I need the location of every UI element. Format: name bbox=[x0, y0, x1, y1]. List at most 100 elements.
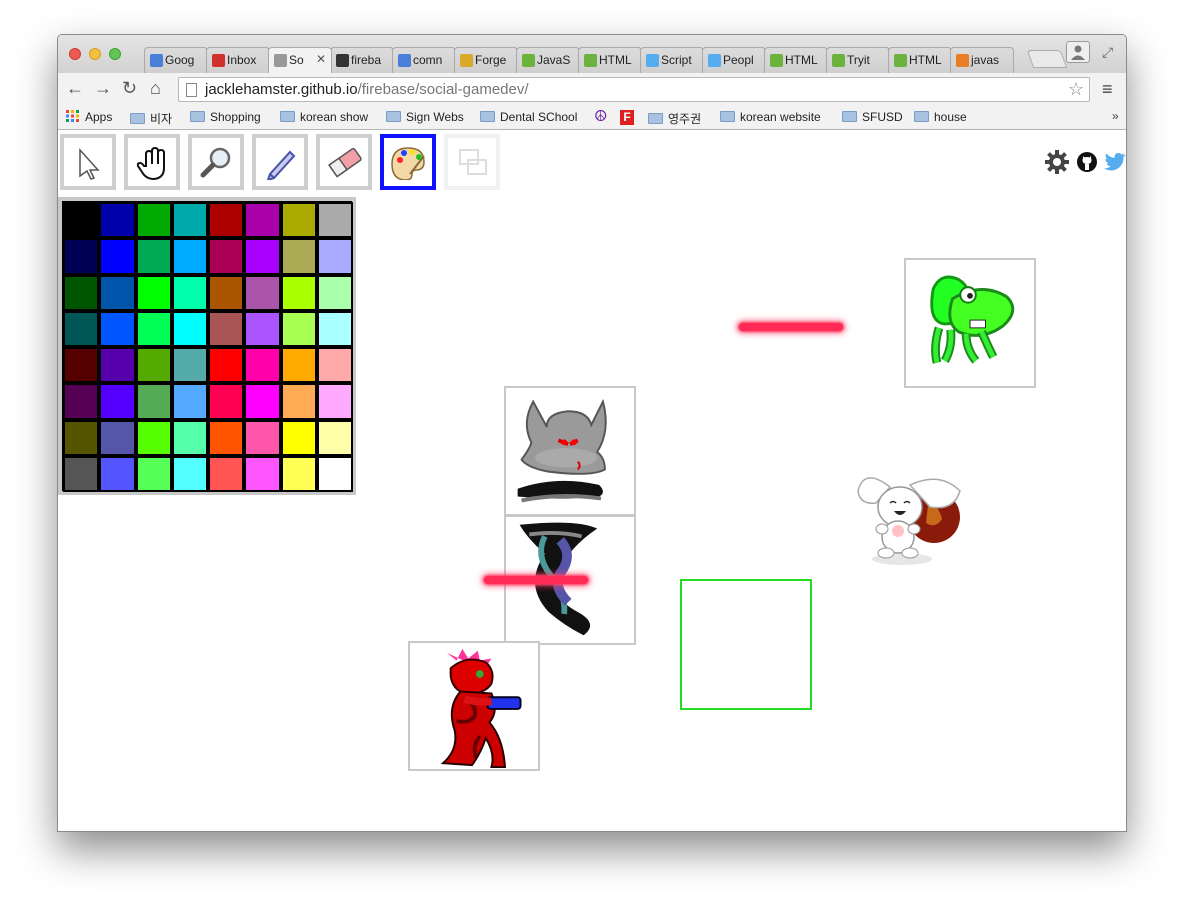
tab-7[interactable]: JavaS bbox=[516, 47, 580, 73]
color-swatch[interactable] bbox=[280, 310, 317, 347]
color-swatch[interactable] bbox=[244, 274, 281, 311]
color-swatch[interactable] bbox=[63, 274, 100, 311]
bookmark-folder[interactable]: korean show bbox=[280, 110, 368, 124]
twitter-icon[interactable] bbox=[1104, 151, 1126, 173]
color-swatch[interactable] bbox=[208, 383, 245, 420]
color-swatch[interactable] bbox=[316, 274, 353, 311]
color-swatch[interactable] bbox=[99, 310, 136, 347]
color-swatch[interactable] bbox=[171, 347, 208, 384]
tab-3[interactable]: So ✕ bbox=[268, 47, 332, 73]
color-swatch[interactable] bbox=[63, 383, 100, 420]
color-swatch[interactable] bbox=[244, 455, 281, 492]
forward-button[interactable]: → bbox=[94, 78, 112, 99]
github-icon[interactable] bbox=[1076, 151, 1098, 173]
f-icon[interactable]: F bbox=[620, 110, 634, 125]
fullscreen-icon[interactable]: ⤢ bbox=[1102, 44, 1113, 61]
palette-tool-button[interactable] bbox=[380, 134, 436, 190]
color-swatch[interactable] bbox=[316, 310, 353, 347]
back-button[interactable]: ← bbox=[66, 78, 84, 99]
color-swatch[interactable] bbox=[208, 419, 245, 456]
gray-genie-top-sprite[interactable] bbox=[504, 386, 636, 516]
bookmark-folder[interactable]: Dental SChool bbox=[480, 110, 577, 124]
color-swatch[interactable] bbox=[135, 274, 172, 311]
bookmark-folder[interactable]: Sign Webs bbox=[386, 110, 464, 124]
color-swatch[interactable] bbox=[244, 238, 281, 275]
red-fighter-sprite[interactable] bbox=[408, 641, 540, 771]
tab-9[interactable]: Script bbox=[640, 47, 704, 73]
color-swatch[interactable] bbox=[208, 238, 245, 275]
color-swatch[interactable] bbox=[63, 419, 100, 456]
color-swatch[interactable] bbox=[316, 455, 353, 492]
color-swatch[interactable] bbox=[99, 455, 136, 492]
color-swatch[interactable] bbox=[280, 383, 317, 420]
home-button[interactable]: ⌂ bbox=[150, 78, 161, 99]
color-swatch[interactable] bbox=[208, 310, 245, 347]
color-swatch[interactable] bbox=[135, 238, 172, 275]
color-swatch[interactable] bbox=[316, 419, 353, 456]
selection-rectangle[interactable] bbox=[680, 579, 812, 710]
tab-6[interactable]: Forge bbox=[454, 47, 518, 73]
pencil-tool-button[interactable] bbox=[252, 134, 308, 190]
bookmark-apps[interactable]: Apps bbox=[66, 110, 112, 124]
color-swatch[interactable] bbox=[171, 202, 208, 239]
bookmark-folder[interactable]: house bbox=[914, 110, 967, 124]
address-bar[interactable]: jacklehamster.github.io/firebase/social-… bbox=[178, 77, 1090, 102]
color-swatch[interactable] bbox=[135, 455, 172, 492]
color-swatch[interactable] bbox=[208, 455, 245, 492]
color-swatch[interactable] bbox=[99, 383, 136, 420]
color-swatch[interactable] bbox=[135, 383, 172, 420]
color-swatch[interactable] bbox=[135, 347, 172, 384]
bookmark-folder[interactable]: 영주권 bbox=[648, 110, 701, 127]
color-swatch[interactable] bbox=[244, 310, 281, 347]
peace-icon[interactable]: ☮ bbox=[594, 109, 607, 124]
color-swatch[interactable] bbox=[63, 347, 100, 384]
color-swatch[interactable] bbox=[63, 202, 100, 239]
color-swatch[interactable] bbox=[208, 274, 245, 311]
color-swatch[interactable] bbox=[135, 310, 172, 347]
bookmark-folder[interactable]: SFUSD bbox=[842, 110, 903, 124]
tab-14[interactable]: javas bbox=[950, 47, 1014, 73]
zoom-window-button[interactable] bbox=[109, 48, 121, 60]
color-swatch[interactable] bbox=[316, 238, 353, 275]
profile-button[interactable] bbox=[1066, 41, 1090, 63]
bookmark-star-icon[interactable]: ☆ bbox=[1068, 79, 1084, 100]
color-swatch[interactable] bbox=[208, 347, 245, 384]
frog-creature-sprite[interactable] bbox=[904, 258, 1036, 388]
color-swatch[interactable] bbox=[316, 202, 353, 239]
menu-icon[interactable]: ≡ bbox=[1102, 79, 1113, 100]
select-tool-button[interactable] bbox=[60, 134, 116, 190]
color-swatch[interactable] bbox=[280, 419, 317, 456]
tab-4[interactable]: fireba bbox=[330, 47, 394, 73]
color-swatch[interactable] bbox=[316, 347, 353, 384]
more-bookmarks-icon[interactable]: » bbox=[1112, 109, 1119, 123]
color-swatch[interactable] bbox=[99, 202, 136, 239]
color-swatch[interactable] bbox=[171, 274, 208, 311]
close-tab-icon[interactable]: ✕ bbox=[316, 52, 326, 66]
new-tab-button[interactable] bbox=[1026, 50, 1068, 68]
color-swatch[interactable] bbox=[63, 310, 100, 347]
bookmark-folder[interactable]: 비자 bbox=[130, 110, 172, 127]
color-swatch[interactable] bbox=[171, 238, 208, 275]
tab-11[interactable]: HTML bbox=[764, 47, 828, 73]
color-swatch[interactable] bbox=[280, 455, 317, 492]
color-swatch[interactable] bbox=[99, 347, 136, 384]
color-swatch[interactable] bbox=[280, 347, 317, 384]
close-window-button[interactable] bbox=[69, 48, 81, 60]
color-swatch[interactable] bbox=[280, 202, 317, 239]
color-swatch[interactable] bbox=[135, 202, 172, 239]
tab-12[interactable]: Tryit bbox=[826, 47, 890, 73]
color-swatch[interactable] bbox=[171, 455, 208, 492]
color-swatch[interactable] bbox=[99, 419, 136, 456]
tab-13[interactable]: HTML bbox=[888, 47, 952, 73]
color-swatch[interactable] bbox=[316, 383, 353, 420]
bookmark-folder[interactable]: Shopping bbox=[190, 110, 261, 124]
tab-10[interactable]: Peopl bbox=[702, 47, 766, 73]
bookmark-folder[interactable]: korean website bbox=[720, 110, 821, 124]
color-swatch[interactable] bbox=[244, 383, 281, 420]
color-swatch[interactable] bbox=[171, 310, 208, 347]
color-swatch[interactable] bbox=[280, 274, 317, 311]
tab-5[interactable]: comn bbox=[392, 47, 456, 73]
color-swatch[interactable] bbox=[171, 419, 208, 456]
reload-button[interactable]: ↻ bbox=[122, 78, 137, 99]
color-swatch[interactable] bbox=[244, 202, 281, 239]
